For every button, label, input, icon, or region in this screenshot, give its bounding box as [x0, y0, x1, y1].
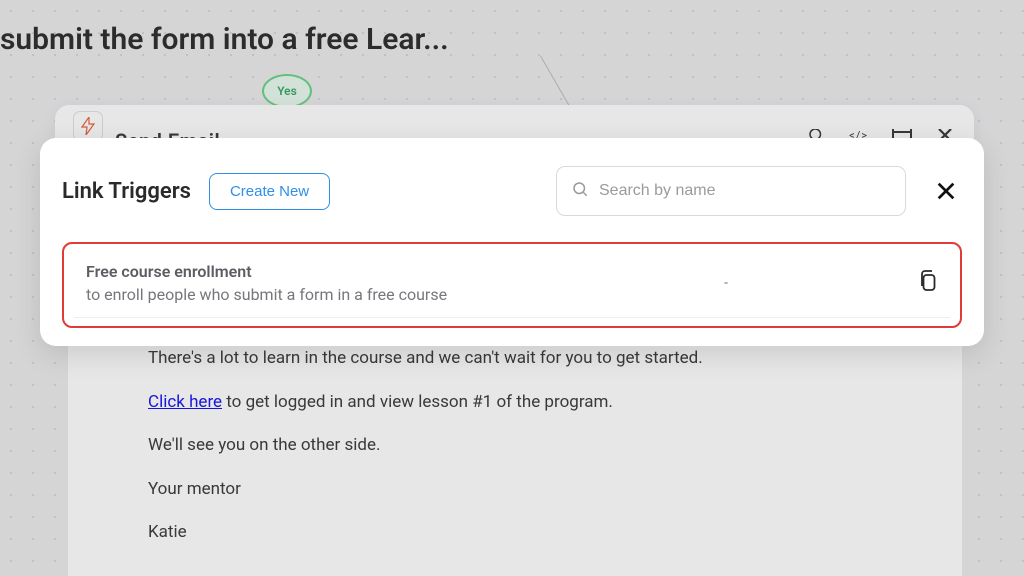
email-line: Click here to get logged in and view les…	[148, 390, 882, 416]
connector-line	[540, 56, 571, 108]
email-line: We'll see you on the other side.	[148, 433, 882, 459]
close-button[interactable]	[930, 175, 962, 207]
page-title: submit the form into a free Lear...	[0, 22, 449, 57]
copy-button[interactable]	[918, 270, 938, 296]
trigger-name: Free course enrollment	[86, 262, 724, 281]
trigger-row[interactable]: Free course enrollment to enroll people …	[62, 242, 962, 328]
bolt-icon	[73, 111, 103, 141]
email-line: There's a lot to learn in the course and…	[148, 346, 882, 372]
close-icon	[935, 180, 957, 202]
step-card-header: Send Email </>	[55, 105, 974, 141]
copy-icon	[918, 270, 938, 292]
decision-yes-badge: Yes	[262, 74, 312, 108]
link-triggers-modal: Link Triggers Create New Free course enr…	[40, 138, 984, 346]
search-icon	[571, 180, 589, 202]
email-body: There's a lot to learn in the course and…	[68, 338, 962, 576]
search-input-wrap[interactable]	[556, 166, 906, 216]
row-divider	[74, 317, 950, 318]
trigger-extra: -	[724, 275, 728, 291]
trigger-description: to enroll people who submit a form in a …	[86, 285, 724, 304]
email-signature: Katie	[148, 520, 882, 546]
click-here-link[interactable]: Click here	[148, 392, 222, 412]
email-line: Your mentor	[148, 477, 882, 503]
search-input[interactable]	[599, 182, 891, 200]
modal-title: Link Triggers	[62, 179, 191, 204]
create-new-button[interactable]: Create New	[209, 173, 330, 210]
